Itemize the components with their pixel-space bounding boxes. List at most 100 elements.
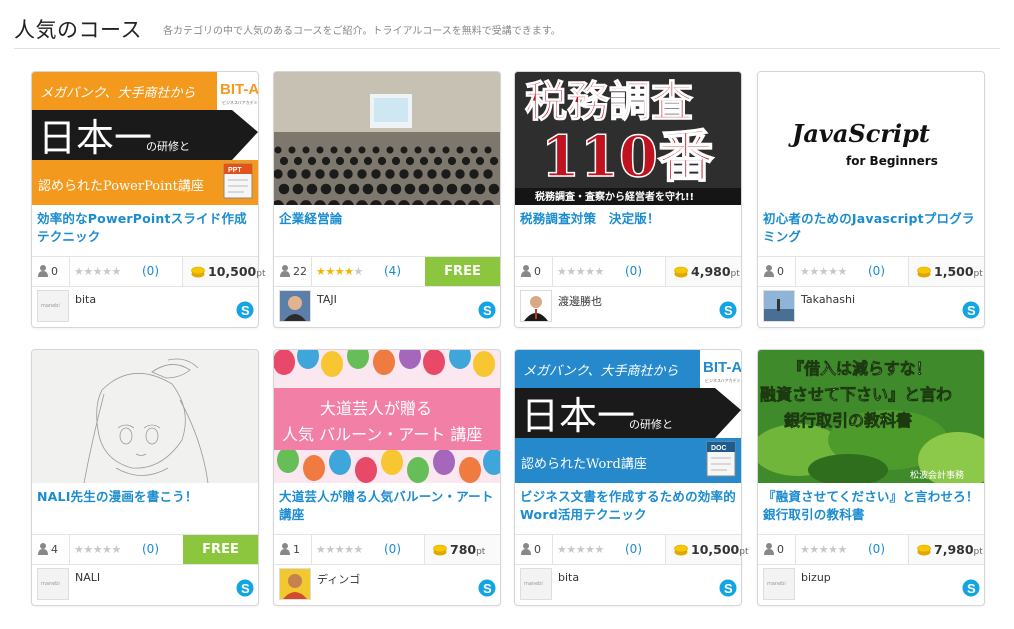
- author-name[interactable]: Takahashi: [801, 293, 855, 306]
- course-title-link[interactable]: 企業経営論: [279, 210, 497, 228]
- star-icon: ★: [325, 265, 335, 278]
- avatar[interactable]: manebi: [763, 568, 795, 600]
- avatar-image: [280, 569, 310, 599]
- skype-button[interactable]: S: [962, 301, 980, 323]
- avatar[interactable]: [763, 290, 795, 322]
- avatar-label: manebi: [41, 581, 60, 587]
- star-icon: ★: [837, 265, 848, 278]
- course-stats: 1 ★★★★★ (0) 780pt: [274, 534, 500, 565]
- review-count-link[interactable]: (0): [868, 264, 885, 278]
- star-icon: ★: [837, 543, 848, 556]
- author-name[interactable]: TAJI: [317, 293, 337, 306]
- star-icon: ★: [594, 265, 605, 278]
- thumbnail-link[interactable]: [32, 350, 258, 483]
- star-icon: ★: [818, 265, 829, 278]
- author-name[interactable]: bita: [75, 293, 96, 306]
- course-card[interactable]: 税務調査 110番 税務調査・査察から経営者を守れ!! 税務調査対策 決定版！ …: [514, 71, 742, 328]
- price-value: 780pt: [450, 542, 485, 557]
- course-card[interactable]: JavaScript for Beginners 初心者のためのJavascri…: [757, 71, 985, 328]
- star-icon: ★: [353, 543, 364, 556]
- avatar-image: [280, 291, 310, 321]
- price-value: 4,980pt: [691, 264, 740, 279]
- avatar[interactable]: [279, 568, 311, 600]
- skype-icon[interactable]: S: [236, 301, 254, 319]
- skype-button[interactable]: S: [719, 579, 737, 601]
- skype-button[interactable]: S: [719, 301, 737, 323]
- author-name[interactable]: 渡邊勝也: [558, 293, 602, 309]
- course-title-link[interactable]: 初心者のためのJavascriptプログラミング: [763, 210, 981, 246]
- course-title-link[interactable]: 効率的なPowerPointスライド作成テクニック: [37, 210, 255, 246]
- svg-text:S: S: [967, 303, 976, 318]
- person-icon: [521, 543, 531, 555]
- avatar[interactable]: [520, 290, 552, 322]
- review-count-link[interactable]: (0): [868, 542, 885, 556]
- skype-icon[interactable]: S: [719, 301, 737, 319]
- svg-text:認められたPowerPoint講座: 認められたPowerPoint講座: [38, 178, 204, 194]
- skype-button[interactable]: S: [236, 579, 254, 601]
- skype-icon[interactable]: S: [962, 301, 980, 319]
- review-count-link[interactable]: (4): [384, 264, 401, 278]
- thumbnail-link[interactable]: メガバンク、大手商社から BIT-A ビジネスITアカデミー 日本一 の研修と …: [32, 72, 258, 205]
- free-badge[interactable]: FREE: [183, 535, 258, 564]
- enrolled-count: 0: [515, 535, 553, 564]
- course-title-link[interactable]: NALI先生の漫画を書こう！: [37, 488, 255, 506]
- person-icon: [38, 265, 48, 277]
- thumbnail-link[interactable]: 『借入は減らすな！ 融資させて下さい』と言わ 銀行取引の教科書 松波会計事務: [758, 350, 984, 483]
- course-card[interactable]: メガバンク、大手商社から BIT-A ビジネスITアカデミー 日本一 の研修と …: [31, 71, 266, 328]
- review-count-link[interactable]: (0): [142, 542, 159, 556]
- avatar[interactable]: manebi: [37, 568, 69, 600]
- svg-text:S: S: [241, 303, 250, 318]
- skype-icon[interactable]: S: [719, 579, 737, 597]
- svg-text:ビジネスITアカデミー: ビジネスITアカデミー: [222, 99, 258, 105]
- skype-icon[interactable]: S: [478, 579, 496, 597]
- course-thumbnail: 税務調査 110番 税務調査・査察から経営者を守れ!!: [515, 72, 741, 205]
- thumbnail-link[interactable]: JavaScript for Beginners: [758, 72, 984, 205]
- thumbnail-link[interactable]: [274, 72, 500, 205]
- course-card[interactable]: NALI先生の漫画を書こう！ 4 ★★★★★ (0) FREE manebi N…: [31, 349, 259, 606]
- skype-button[interactable]: S: [236, 301, 254, 323]
- review-count-link[interactable]: (0): [384, 542, 401, 556]
- course-title-link[interactable]: 『融資させてください』と言わせろ！銀行取引の教科書: [763, 488, 981, 524]
- star-icon: ★: [594, 543, 605, 556]
- thumbnail-link[interactable]: 大道芸人が贈る 人気 バルーン・アート 講座: [274, 350, 500, 483]
- course-title-link[interactable]: 税務調査対策 決定版！: [520, 210, 738, 228]
- course-card[interactable]: 『借入は減らすな！ 融資させて下さい』と言わ 銀行取引の教科書 松波会計事務 『…: [757, 349, 985, 606]
- svg-text:認められたWord講座: 認められたWord講座: [521, 456, 647, 472]
- course-stats: 0 ★★★★★ (0) 10,500pt: [32, 256, 266, 287]
- course-stats: 4 ★★★★★ (0) FREE: [32, 534, 258, 565]
- skype-icon[interactable]: S: [236, 579, 254, 597]
- skype-icon[interactable]: S: [962, 579, 980, 597]
- star-icon: ★: [566, 543, 576, 556]
- review-count-link[interactable]: (0): [142, 264, 159, 278]
- skype-button[interactable]: S: [962, 579, 980, 601]
- free-badge[interactable]: FREE: [425, 257, 500, 286]
- course-title-link[interactable]: ビジネス文書を作成するための効率的Word活用テクニック: [520, 488, 738, 524]
- thumbnail-link[interactable]: メガバンク、大手商社から BIT-A ビジネスITアカデミー 日本一 の研修と …: [515, 350, 741, 483]
- coin-icon: [917, 266, 931, 278]
- review-count-link[interactable]: (0): [625, 264, 642, 278]
- skype-icon[interactable]: S: [478, 301, 496, 319]
- author-name[interactable]: bita: [558, 571, 579, 584]
- avatar[interactable]: manebi: [520, 568, 552, 600]
- star-icon: ★: [344, 265, 354, 278]
- author-name[interactable]: ディンゴ: [317, 571, 360, 587]
- svg-text:S: S: [724, 581, 733, 596]
- course-title-link[interactable]: 大道芸人が贈る人気バルーン・アート講座: [279, 488, 497, 524]
- course-card[interactable]: 企業経営論 22 ★★★★★ (4) FREE TAJI S: [273, 71, 501, 328]
- course-card[interactable]: 大道芸人が贈る 人気 バルーン・アート 講座 大道芸人が贈る人気バルーン・アート…: [273, 349, 501, 606]
- star-icon: ★: [92, 265, 103, 278]
- star-icon: ★: [800, 265, 810, 278]
- star-icon: ★: [575, 265, 586, 278]
- thumbnail-link[interactable]: 税務調査 110番 税務調査・査察から経営者を守れ!!: [515, 72, 741, 205]
- review-count-link[interactable]: (0): [625, 542, 642, 556]
- skype-button[interactable]: S: [478, 301, 496, 323]
- author-name[interactable]: bizup: [801, 571, 831, 584]
- coin-icon: [917, 544, 931, 556]
- svg-text:メガバンク、大手商社から: メガバンク、大手商社から: [523, 363, 678, 378]
- avatar[interactable]: manebi: [37, 290, 69, 322]
- avatar[interactable]: [279, 290, 311, 322]
- skype-button[interactable]: S: [478, 579, 496, 601]
- author-name[interactable]: NALI: [75, 571, 100, 584]
- course-card[interactable]: メガバンク、大手商社から BIT-A ビジネスITアカデミー 日本一 の研修と …: [514, 349, 749, 606]
- star-icon: ★: [585, 543, 595, 556]
